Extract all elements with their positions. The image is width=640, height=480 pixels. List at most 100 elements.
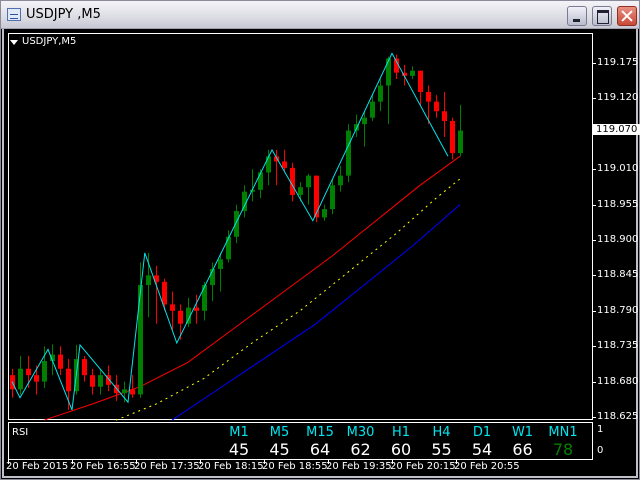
candle-body [66, 368, 71, 392]
rsi-timeframe-m1: M1 [229, 425, 249, 440]
price-axis-label: 118.790 [597, 304, 639, 316]
price-axis-label: 118.900 [597, 234, 639, 245]
price-axis-label: 118.625 [597, 411, 639, 422]
candle-body [26, 368, 31, 376]
candle-body [282, 161, 287, 168]
candle-body [410, 70, 415, 76]
price-axis-label: 119.120 [597, 92, 639, 104]
candle-body [98, 375, 103, 387]
rsi-value-d1: 54 [471, 440, 493, 459]
candle-body [266, 156, 271, 173]
time-axis-label: 20 Feb 18:55 [262, 461, 328, 472]
candle-body [218, 259, 223, 269]
candle-body [362, 117, 367, 125]
main-chart-frame [8, 33, 593, 420]
candle-body [178, 310, 183, 324]
candle [426, 85, 431, 125]
candle [450, 117, 455, 160]
candle [154, 265, 159, 324]
rsi-timeframe-w1: W1 [511, 425, 534, 440]
rsi-value-m5: 45 [269, 440, 290, 459]
candle [58, 346, 63, 376]
candle [346, 124, 351, 183]
candle [442, 91, 447, 138]
candle [330, 178, 335, 215]
candle [162, 278, 167, 311]
candle-body [202, 285, 207, 311]
candle-body [338, 175, 343, 186]
candle [410, 66, 415, 80]
candle-body [234, 211, 239, 237]
candle [314, 175, 319, 222]
rsi-timeframe-h4: H4 [432, 425, 451, 440]
candle [122, 381, 127, 403]
candle-body [258, 172, 263, 190]
price-axis-label: 118.955 [597, 198, 639, 210]
price-axis-label: 118.735 [597, 340, 639, 352]
candle [402, 64, 407, 86]
rsi-value-h1: 60 [390, 440, 412, 459]
rsi-scale-top: 1 [597, 424, 604, 435]
candle [82, 355, 87, 382]
candle [378, 79, 383, 112]
time-axis-label: 20 Feb 2015 [6, 461, 69, 472]
candle-body [58, 354, 63, 369]
dropdown-triangle-icon[interactable] [10, 40, 18, 45]
time-axis-label: 20 Feb 19:35 [326, 461, 392, 472]
rsi-timeframe-m30: M30 [346, 425, 375, 440]
price-axis-label: 118.845 [597, 269, 639, 281]
candle-body [90, 375, 95, 387]
candle-body [434, 101, 439, 112]
candle [338, 165, 343, 192]
rsi-timeframe-mn1: MN1 [548, 425, 578, 440]
rsi-value-m1: 45 [228, 440, 250, 459]
rsi-timeframe-d1: D1 [472, 425, 492, 440]
candle-body [226, 236, 231, 260]
candle-body [322, 209, 327, 218]
candle [90, 368, 95, 395]
candle [266, 149, 271, 186]
candle-body [18, 368, 23, 390]
candle [98, 368, 103, 395]
candle-body [162, 281, 167, 305]
candle [434, 95, 439, 118]
ma-slow-line [171, 204, 461, 421]
candle-body [146, 275, 151, 286]
candle-body [458, 130, 463, 154]
candle-body [314, 175, 319, 218]
candle [234, 204, 239, 244]
candle-body [42, 361, 47, 382]
time-axis-label: 20 Feb 18:15 [198, 461, 264, 472]
rsi-timeframe-m5: M5 [269, 425, 290, 440]
candle [170, 291, 175, 331]
rsi-value-m30: 62 [350, 440, 371, 459]
candle-body [122, 389, 127, 394]
candle [306, 173, 311, 205]
rsi-value-m15: 64 [309, 440, 331, 459]
candle-body [34, 375, 39, 382]
rsi-value-mn1: 78 [552, 440, 574, 459]
symbol-label: USDJPY,M5 [22, 36, 77, 47]
candle-body [290, 167, 295, 195]
price-chart[interactable] [0, 0, 640, 480]
candle-body [306, 175, 311, 188]
candle-body [298, 187, 303, 195]
rsi-value-h4: 55 [431, 440, 452, 459]
candle-body [170, 304, 175, 311]
candle-body [346, 130, 351, 176]
price-axis-label: 119.175 [597, 57, 639, 68]
current-price-label: 119.070 [593, 124, 640, 135]
zigzag-line [11, 52, 449, 411]
time-axis-label: 20 Feb 17:35 [134, 461, 200, 472]
candle [322, 204, 327, 221]
rsi-timeframe-m15: M15 [306, 425, 334, 440]
time-axis-label: 20 Feb 20:55 [454, 461, 520, 472]
candle-body [138, 285, 143, 395]
candle-body [82, 359, 87, 376]
candle-body [442, 111, 447, 121]
candle-body [378, 85, 383, 102]
candle-body [330, 185, 335, 210]
price-axis-label: 119.010 [597, 163, 639, 175]
time-axis-label: 20 Feb 20:15 [390, 461, 456, 472]
candle-body [426, 91, 431, 102]
